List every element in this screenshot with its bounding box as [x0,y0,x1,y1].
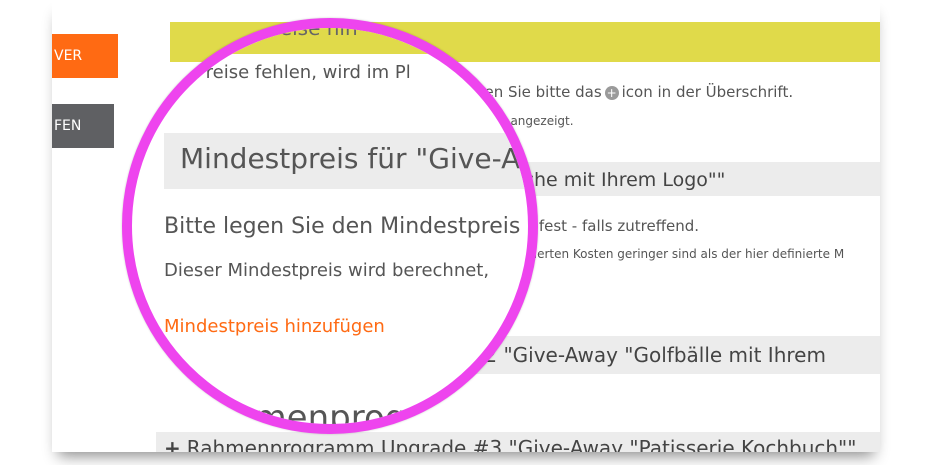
plus-icon: + [164,436,181,452]
add-minimum-price-link[interactable]: Mindestpreis hinzufügen [164,316,385,337]
sidebar-orange-button[interactable]: VER [52,34,118,78]
lens-description-2: Dieser Mindestpreis wird berechnet, [164,260,490,281]
magnifier-lens: reise hin s Preise fehlen, wird im Pl Mi… [122,18,538,434]
app-screen: VER FEN n, klicken Sie bitte das + icon in… [52,0,880,452]
sidebar-grey-button[interactable]: FEN [52,104,114,148]
lens-bottom-partial: hmenprog [232,398,407,434]
lens-heading: Mindestpreis für "Give-Aw [180,142,538,175]
sidebar-orange-button-label: VER [54,48,83,64]
lens-preise-line: s Preise fehlen, wird im Pl [180,62,411,83]
lens-description-1: Bitte legen Sie den Mindestpreis [164,214,521,239]
add-circle-icon[interactable]: + [604,85,619,100]
upgrade3-title: + Rahmenprogramm Upgrade #3 "Give-Away "P… [164,436,856,452]
sidebar-grey-button-label: FEN [54,118,82,134]
